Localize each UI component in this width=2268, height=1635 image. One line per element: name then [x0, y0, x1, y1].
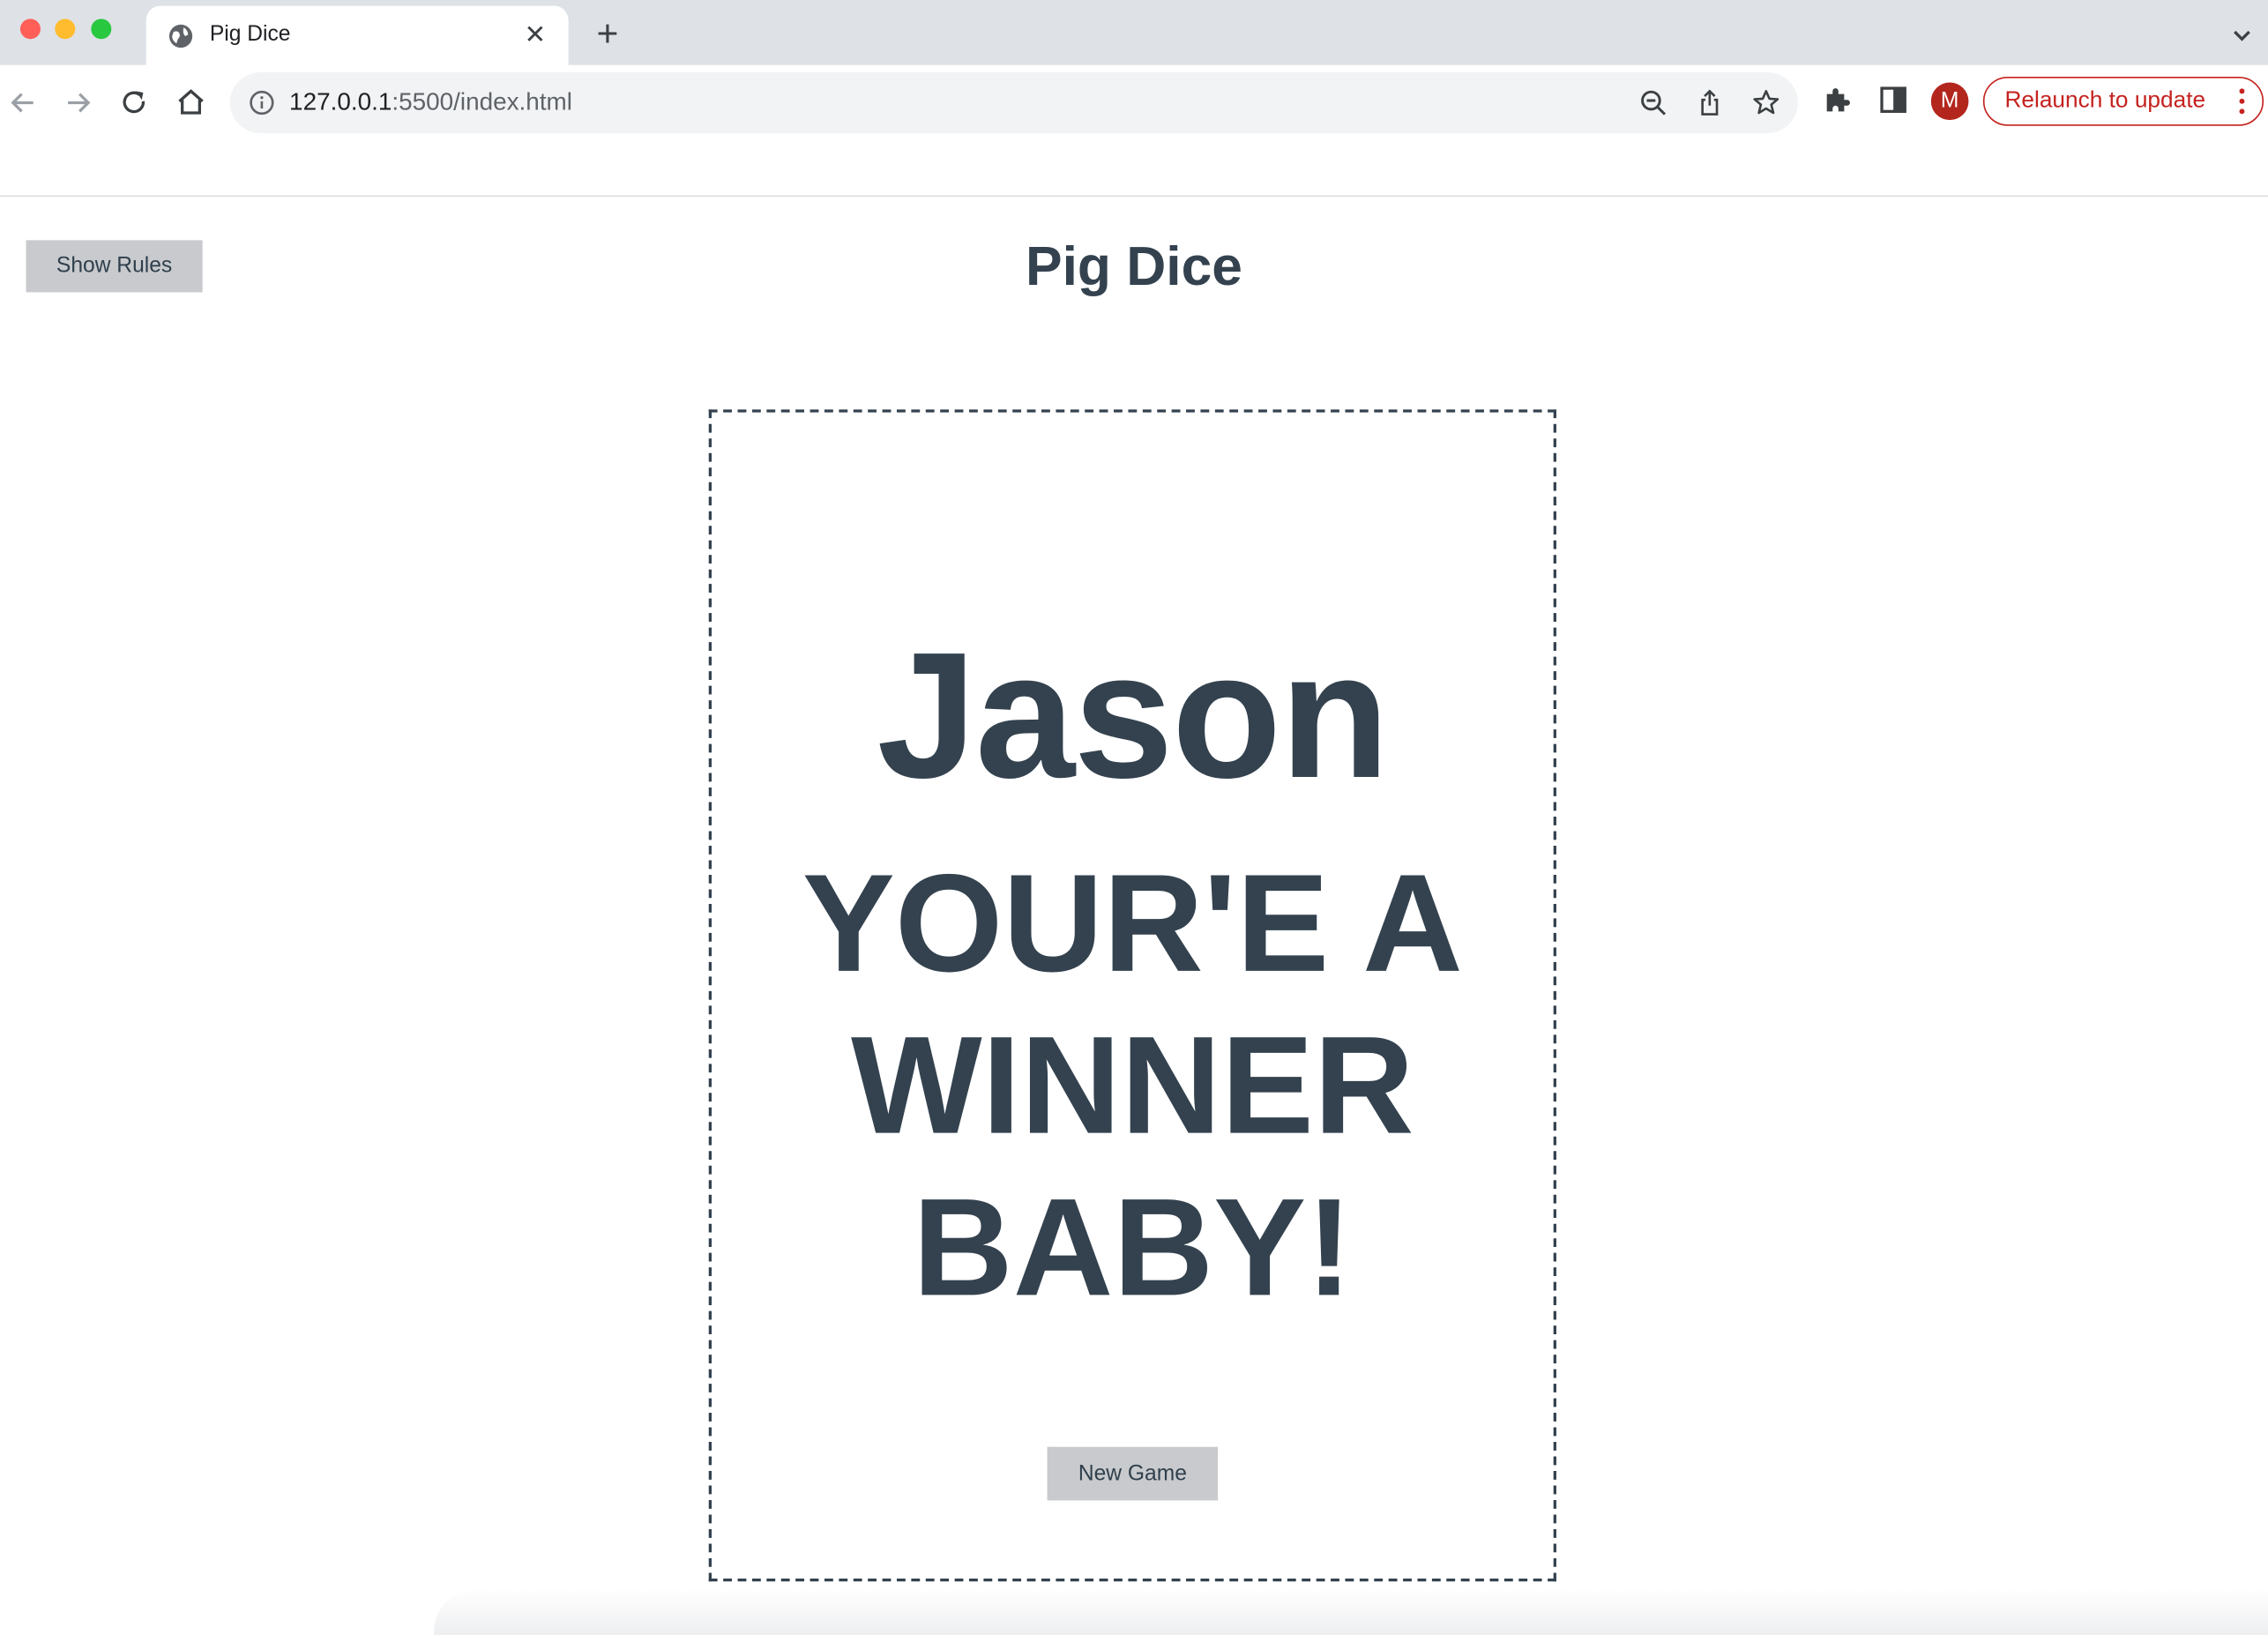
globe-icon [168, 24, 193, 49]
page-title: Pig Dice [1025, 237, 1242, 298]
minimize-window-button[interactable] [55, 19, 76, 40]
game-card: Jason YOUR'E A WINNER BABY! New Game [708, 409, 1556, 1582]
back-arrow-icon[interactable] [4, 84, 42, 122]
reload-icon[interactable] [116, 84, 153, 122]
winner-name: Jason [877, 616, 1390, 817]
url-text: 127.0.0.1:5500/index.html [289, 88, 572, 117]
url-host: 127.0.0.1 [289, 88, 392, 116]
address-bar[interactable]: 127.0.0.1:5500/index.html [229, 72, 1798, 133]
bottom-edge-shadow [434, 1588, 2268, 1635]
share-icon[interactable] [1695, 88, 1724, 117]
tab-title: Pig Dice [209, 21, 291, 47]
close-tab-icon[interactable]: ✕ [519, 19, 551, 50]
maximize-window-button[interactable] [91, 19, 112, 40]
side-panel-icon[interactable] [1877, 84, 1909, 116]
url-path: :5500/index.html [392, 88, 572, 116]
relaunch-to-update-button[interactable]: Relaunch to update [1982, 76, 2264, 126]
more-vertical-icon [2239, 88, 2245, 115]
home-icon[interactable] [172, 84, 210, 122]
site-info-icon[interactable] [249, 90, 275, 116]
profile-avatar[interactable]: M [1930, 82, 1969, 121]
browser-toolbar: 127.0.0.1:5500/index.html M Relaunch to … [0, 64, 2268, 198]
close-window-button[interactable] [19, 19, 41, 40]
tab-pig-dice[interactable]: Pig Dice ✕ [145, 5, 569, 65]
zoom-out-icon[interactable] [1638, 88, 1667, 117]
tab-strip: Pig Dice ✕ + [0, 0, 2268, 65]
winner-message: YOUR'E A WINNER BABY! [802, 846, 1463, 1325]
relaunch-label: Relaunch to update [2004, 88, 2206, 113]
new-game-button[interactable]: New Game [1047, 1446, 1219, 1501]
new-tab-button[interactable]: + [589, 14, 627, 52]
extensions-puzzle-icon[interactable] [1821, 84, 1853, 116]
forward-arrow-icon[interactable] [59, 84, 97, 122]
tab-search-chevron-icon[interactable] [2225, 19, 2259, 50]
bookmark-star-icon[interactable] [1751, 88, 1780, 117]
